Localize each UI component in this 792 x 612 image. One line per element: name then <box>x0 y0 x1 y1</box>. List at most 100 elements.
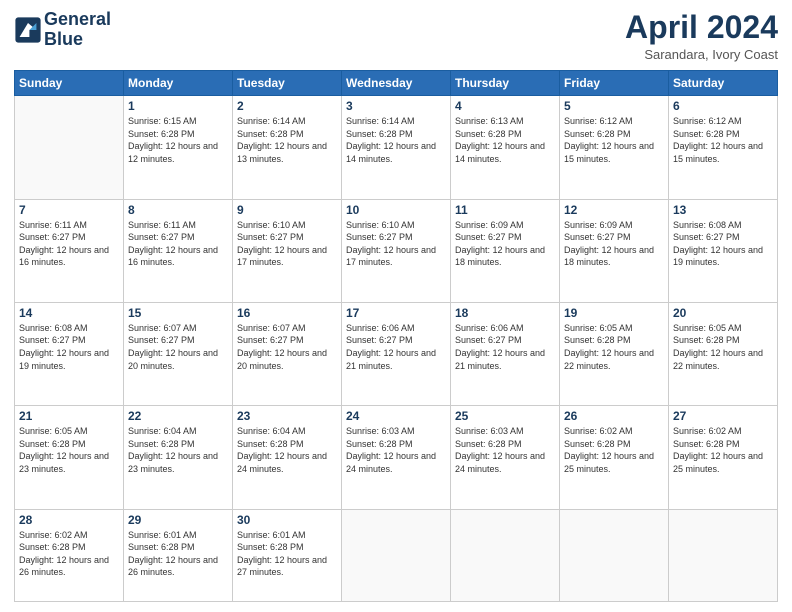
calendar-cell: 3 Sunrise: 6:14 AMSunset: 6:28 PMDaylight… <box>342 96 451 199</box>
main-title: April 2024 <box>625 10 778 45</box>
day-info: Sunrise: 6:07 AMSunset: 6:27 PMDaylight:… <box>128 322 228 372</box>
calendar-cell: 6 Sunrise: 6:12 AMSunset: 6:28 PMDaylight… <box>669 96 778 199</box>
day-number: 4 <box>455 99 555 113</box>
day-number: 23 <box>237 409 337 423</box>
calendar-cell: 15Sunrise: 6:07 AMSunset: 6:27 PMDayligh… <box>124 302 233 405</box>
day-number: 5 <box>564 99 664 113</box>
day-info: Sunrise: 6:05 AMSunset: 6:28 PMDaylight:… <box>564 322 664 372</box>
day-info: Sunrise: 6:11 AMSunset: 6:27 PMDaylight:… <box>19 219 119 269</box>
page: General Blue April 2024 Sarandara, Ivory… <box>0 0 792 612</box>
day-number: 9 <box>237 203 337 217</box>
logo-line1: General <box>44 9 111 29</box>
day-number: 27 <box>673 409 773 423</box>
calendar-cell: 2 Sunrise: 6:14 AMSunset: 6:28 PMDaylight… <box>233 96 342 199</box>
day-info: Sunrise: 6:15 AMSunset: 6:28 PMDaylight:… <box>128 115 228 165</box>
calendar-cell <box>451 509 560 602</box>
calendar-cell: 29Sunrise: 6:01 AMSunset: 6:28 PMDayligh… <box>124 509 233 602</box>
calendar-cell: 30 Sunrise: 6:01 AMSunset: 6:28 PMDayligh… <box>233 509 342 602</box>
weekday-header: Wednesday <box>342 71 451 96</box>
day-number: 26 <box>564 409 664 423</box>
day-info: Sunrise: 6:07 AMSunset: 6:27 PMDaylight:… <box>237 322 337 372</box>
calendar-cell: 11Sunrise: 6:09 AMSunset: 6:27 PMDayligh… <box>451 199 560 302</box>
weekday-header: Saturday <box>669 71 778 96</box>
calendar-cell: 26Sunrise: 6:02 AMSunset: 6:28 PMDayligh… <box>560 406 669 509</box>
day-info: Sunrise: 6:01 AMSunset: 6:28 PMDaylight:… <box>237 529 337 579</box>
day-number: 2 <box>237 99 337 113</box>
day-info: Sunrise: 6:06 AMSunset: 6:27 PMDaylight:… <box>455 322 555 372</box>
calendar-cell: 27 Sunrise: 6:02 AMSunset: 6:28 PMDayligh… <box>669 406 778 509</box>
weekday-header: Sunday <box>15 71 124 96</box>
calendar-cell: 24Sunrise: 6:03 AMSunset: 6:28 PMDayligh… <box>342 406 451 509</box>
day-number: 28 <box>19 513 119 527</box>
day-info: Sunrise: 6:12 AMSunset: 6:28 PMDaylight:… <box>564 115 664 165</box>
weekday-header-row: SundayMondayTuesdayWednesdayThursdayFrid… <box>15 71 778 96</box>
day-info: Sunrise: 6:05 AMSunset: 6:28 PMDaylight:… <box>19 425 119 475</box>
calendar-cell: 22Sunrise: 6:04 AMSunset: 6:28 PMDayligh… <box>124 406 233 509</box>
day-info: Sunrise: 6:13 AMSunset: 6:28 PMDaylight:… <box>455 115 555 165</box>
calendar-cell <box>15 96 124 199</box>
calendar-cell: 1Sunrise: 6:15 AMSunset: 6:28 PMDaylight… <box>124 96 233 199</box>
calendar-cell: 12 Sunrise: 6:09 AMSunset: 6:27 PMDayligh… <box>560 199 669 302</box>
calendar-cell: 9 Sunrise: 6:10 AMSunset: 6:27 PMDaylight… <box>233 199 342 302</box>
day-info: Sunrise: 6:02 AMSunset: 6:28 PMDaylight:… <box>19 529 119 579</box>
calendar-cell: 14Sunrise: 6:08 AMSunset: 6:27 PMDayligh… <box>15 302 124 405</box>
day-number: 13 <box>673 203 773 217</box>
calendar-cell: 23Sunrise: 6:04 AMSunset: 6:28 PMDayligh… <box>233 406 342 509</box>
day-number: 6 <box>673 99 773 113</box>
day-info: Sunrise: 6:11 AMSunset: 6:27 PMDaylight:… <box>128 219 228 269</box>
day-info: Sunrise: 6:03 AMSunset: 6:28 PMDaylight:… <box>346 425 446 475</box>
title-block: April 2024 Sarandara, Ivory Coast <box>625 10 778 62</box>
calendar-cell: 17 Sunrise: 6:06 AMSunset: 6:27 PMDayligh… <box>342 302 451 405</box>
day-info: Sunrise: 6:05 AMSunset: 6:28 PMDaylight:… <box>673 322 773 372</box>
calendar-cell: 4 Sunrise: 6:13 AMSunset: 6:28 PMDaylight… <box>451 96 560 199</box>
weekday-header: Monday <box>124 71 233 96</box>
calendar-cell: 7Sunrise: 6:11 AMSunset: 6:27 PMDaylight… <box>15 199 124 302</box>
day-info: Sunrise: 6:04 AMSunset: 6:28 PMDaylight:… <box>128 425 228 475</box>
calendar-cell: 5 Sunrise: 6:12 AMSunset: 6:28 PMDaylight… <box>560 96 669 199</box>
day-info: Sunrise: 6:03 AMSunset: 6:28 PMDaylight:… <box>455 425 555 475</box>
day-info: Sunrise: 6:09 AMSunset: 6:27 PMDaylight:… <box>564 219 664 269</box>
header: General Blue April 2024 Sarandara, Ivory… <box>14 10 778 62</box>
day-number: 29 <box>128 513 228 527</box>
day-info: Sunrise: 6:08 AMSunset: 6:27 PMDaylight:… <box>673 219 773 269</box>
logo-icon <box>14 16 42 44</box>
logo: General Blue <box>14 10 111 50</box>
day-number: 12 <box>564 203 664 217</box>
day-number: 16 <box>237 306 337 320</box>
calendar-table: SundayMondayTuesdayWednesdayThursdayFrid… <box>14 70 778 602</box>
calendar-cell <box>669 509 778 602</box>
calendar-cell: 16 Sunrise: 6:07 AMSunset: 6:27 PMDayligh… <box>233 302 342 405</box>
calendar-cell: 21Sunrise: 6:05 AMSunset: 6:28 PMDayligh… <box>15 406 124 509</box>
calendar-cell: 8 Sunrise: 6:11 AMSunset: 6:27 PMDaylight… <box>124 199 233 302</box>
day-info: Sunrise: 6:06 AMSunset: 6:27 PMDaylight:… <box>346 322 446 372</box>
calendar-cell: 25 Sunrise: 6:03 AMSunset: 6:28 PMDayligh… <box>451 406 560 509</box>
day-info: Sunrise: 6:10 AMSunset: 6:27 PMDaylight:… <box>346 219 446 269</box>
subtitle: Sarandara, Ivory Coast <box>625 47 778 62</box>
day-number: 3 <box>346 99 446 113</box>
calendar-week-row: 7Sunrise: 6:11 AMSunset: 6:27 PMDaylight… <box>15 199 778 302</box>
calendar-cell: 20Sunrise: 6:05 AMSunset: 6:28 PMDayligh… <box>669 302 778 405</box>
weekday-header: Tuesday <box>233 71 342 96</box>
day-number: 25 <box>455 409 555 423</box>
weekday-header: Friday <box>560 71 669 96</box>
day-info: Sunrise: 6:02 AMSunset: 6:28 PMDaylight:… <box>673 425 773 475</box>
day-number: 18 <box>455 306 555 320</box>
logo-line2: Blue <box>44 29 83 49</box>
calendar-cell <box>342 509 451 602</box>
weekday-header: Thursday <box>451 71 560 96</box>
day-info: Sunrise: 6:08 AMSunset: 6:27 PMDaylight:… <box>19 322 119 372</box>
day-info: Sunrise: 6:10 AMSunset: 6:27 PMDaylight:… <box>237 219 337 269</box>
day-number: 8 <box>128 203 228 217</box>
calendar-cell: 18 Sunrise: 6:06 AMSunset: 6:27 PMDayligh… <box>451 302 560 405</box>
day-number: 30 <box>237 513 337 527</box>
calendar-cell: 28 Sunrise: 6:02 AMSunset: 6:28 PMDayligh… <box>15 509 124 602</box>
calendar-week-row: 21Sunrise: 6:05 AMSunset: 6:28 PMDayligh… <box>15 406 778 509</box>
day-number: 19 <box>564 306 664 320</box>
day-info: Sunrise: 6:14 AMSunset: 6:28 PMDaylight:… <box>237 115 337 165</box>
day-info: Sunrise: 6:12 AMSunset: 6:28 PMDaylight:… <box>673 115 773 165</box>
day-number: 17 <box>346 306 446 320</box>
calendar-cell: 10Sunrise: 6:10 AMSunset: 6:27 PMDayligh… <box>342 199 451 302</box>
calendar-cell: 19 Sunrise: 6:05 AMSunset: 6:28 PMDayligh… <box>560 302 669 405</box>
day-info: Sunrise: 6:14 AMSunset: 6:28 PMDaylight:… <box>346 115 446 165</box>
calendar-week-row: 28 Sunrise: 6:02 AMSunset: 6:28 PMDayligh… <box>15 509 778 602</box>
